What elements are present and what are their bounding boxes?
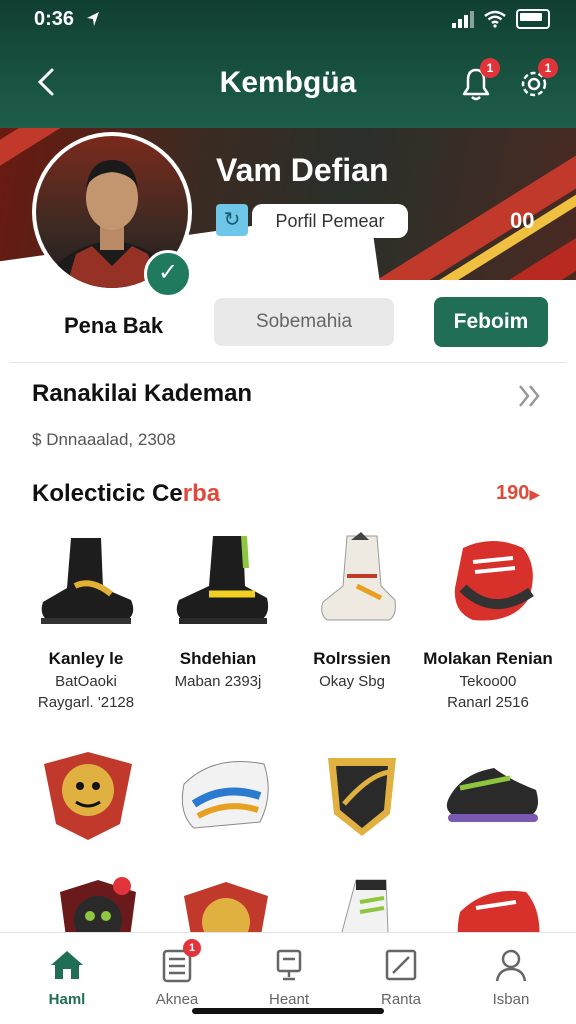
downloads-text: $ Dnnaaalad, 2308: [32, 430, 176, 450]
notification-badge: 1: [480, 58, 500, 78]
collection-title: Kolecticic Cerba: [32, 480, 220, 508]
nav-item-edit[interactable]: Ranta: [356, 945, 446, 1008]
status-bar: 0:36: [0, 0, 576, 40]
notifications-button[interactable]: 1: [456, 58, 500, 104]
home-indicator: [192, 1008, 384, 1014]
user-icon: [491, 945, 531, 985]
item-detail: Ranarl 2516: [447, 694, 529, 711]
chevron-right-icon[interactable]: [516, 382, 544, 417]
secondary-button[interactable]: Sobemahia: [214, 298, 394, 346]
sneaker-icon: [454, 541, 534, 621]
nav-label: Heant: [268, 991, 310, 1008]
section-title: Ranakilai Kademan: [32, 380, 253, 407]
item-name: Rolrssien: [313, 649, 391, 668]
sneaker-icon[interactable]: [440, 744, 544, 844]
item-subtitle: Tekoo00: [459, 673, 517, 690]
nav-label: Ranta: [380, 991, 422, 1008]
boot-icon: [176, 536, 269, 624]
edit-icon: [381, 945, 421, 985]
item-name: Kanley le: [48, 649, 124, 668]
list-item[interactable]: Kanley le BatOaoki Raygarl. '2128: [20, 528, 152, 711]
shield-badge-icon[interactable]: [310, 744, 414, 844]
signal-icon: [452, 10, 474, 28]
primary-button[interactable]: Feboim: [434, 297, 548, 347]
dollar-icon: $: [32, 430, 47, 449]
item-subtitle: Okay Sbg: [319, 673, 385, 690]
collection-count-value: 190: [496, 482, 530, 504]
location-arrow-icon: [87, 12, 99, 26]
downloads-value: Dnnaaalad, 2308: [46, 430, 176, 449]
nav-label: Aknea: [155, 991, 199, 1008]
app-screen: 0:36 Kembgüa 1 1 Vam Defian ↻ Porfil Pem…: [0, 0, 576, 1024]
list-item[interactable]: Rolrssien Okay Sbg: [286, 528, 418, 694]
collection-title-main: Kolecticic Ce: [32, 480, 183, 507]
boot-icon: [321, 532, 396, 621]
list-item[interactable]: Shdehian Maban 2393j: [152, 528, 284, 694]
settings-button[interactable]: 1: [514, 58, 558, 104]
item-name: Shdehian: [179, 649, 257, 668]
home-icon: [47, 945, 87, 985]
battery-icon: [516, 9, 550, 29]
nav-label: Isban: [492, 991, 530, 1008]
divider: [10, 362, 566, 363]
top-bar: 0:36 Kembgüa 1 1: [0, 0, 576, 128]
verified-check-icon: ✓: [144, 250, 192, 298]
item-detail: Raygarl. '2128: [37, 694, 135, 711]
collection-title-accent: rba: [182, 480, 221, 507]
list-item[interactable]: Molakan Renian Tekoo00 Ranarl 2516: [422, 528, 554, 711]
trophy-icon: [269, 945, 309, 985]
nav-item-trophy[interactable]: Heant: [244, 945, 334, 1008]
nav-badge: 1: [183, 939, 201, 957]
status-icons: [452, 9, 550, 29]
nav-item-list[interactable]: 1 Aknea: [132, 939, 222, 1008]
link-icon[interactable]: ↻: [216, 204, 248, 236]
list-icon: 1: [157, 939, 201, 985]
wifi-icon: [484, 10, 506, 28]
collection-count[interactable]: 190▶: [496, 482, 540, 505]
item-subtitle: Maban 2393j: [174, 673, 262, 690]
item-subtitle: BatOaoki: [55, 673, 117, 690]
nav-item-home[interactable]: Haml: [22, 945, 112, 1008]
nav-label: Haml: [48, 991, 86, 1008]
item-name: Molakan Renian: [423, 649, 553, 668]
pena-label: Pena Bak: [64, 313, 164, 338]
status-time: 0:36: [34, 8, 75, 30]
hero-number: 00: [510, 208, 535, 233]
settings-badge: 1: [538, 58, 558, 78]
boot-icon: [41, 538, 134, 624]
mascot-badge-icon[interactable]: [36, 744, 140, 844]
player-name: Vam Defian: [216, 152, 389, 188]
profile-pill-button[interactable]: Porfil Pemear: [252, 204, 408, 238]
sneaker-icon[interactable]: [174, 744, 278, 844]
nav-item-profile[interactable]: Isban: [466, 945, 556, 1008]
